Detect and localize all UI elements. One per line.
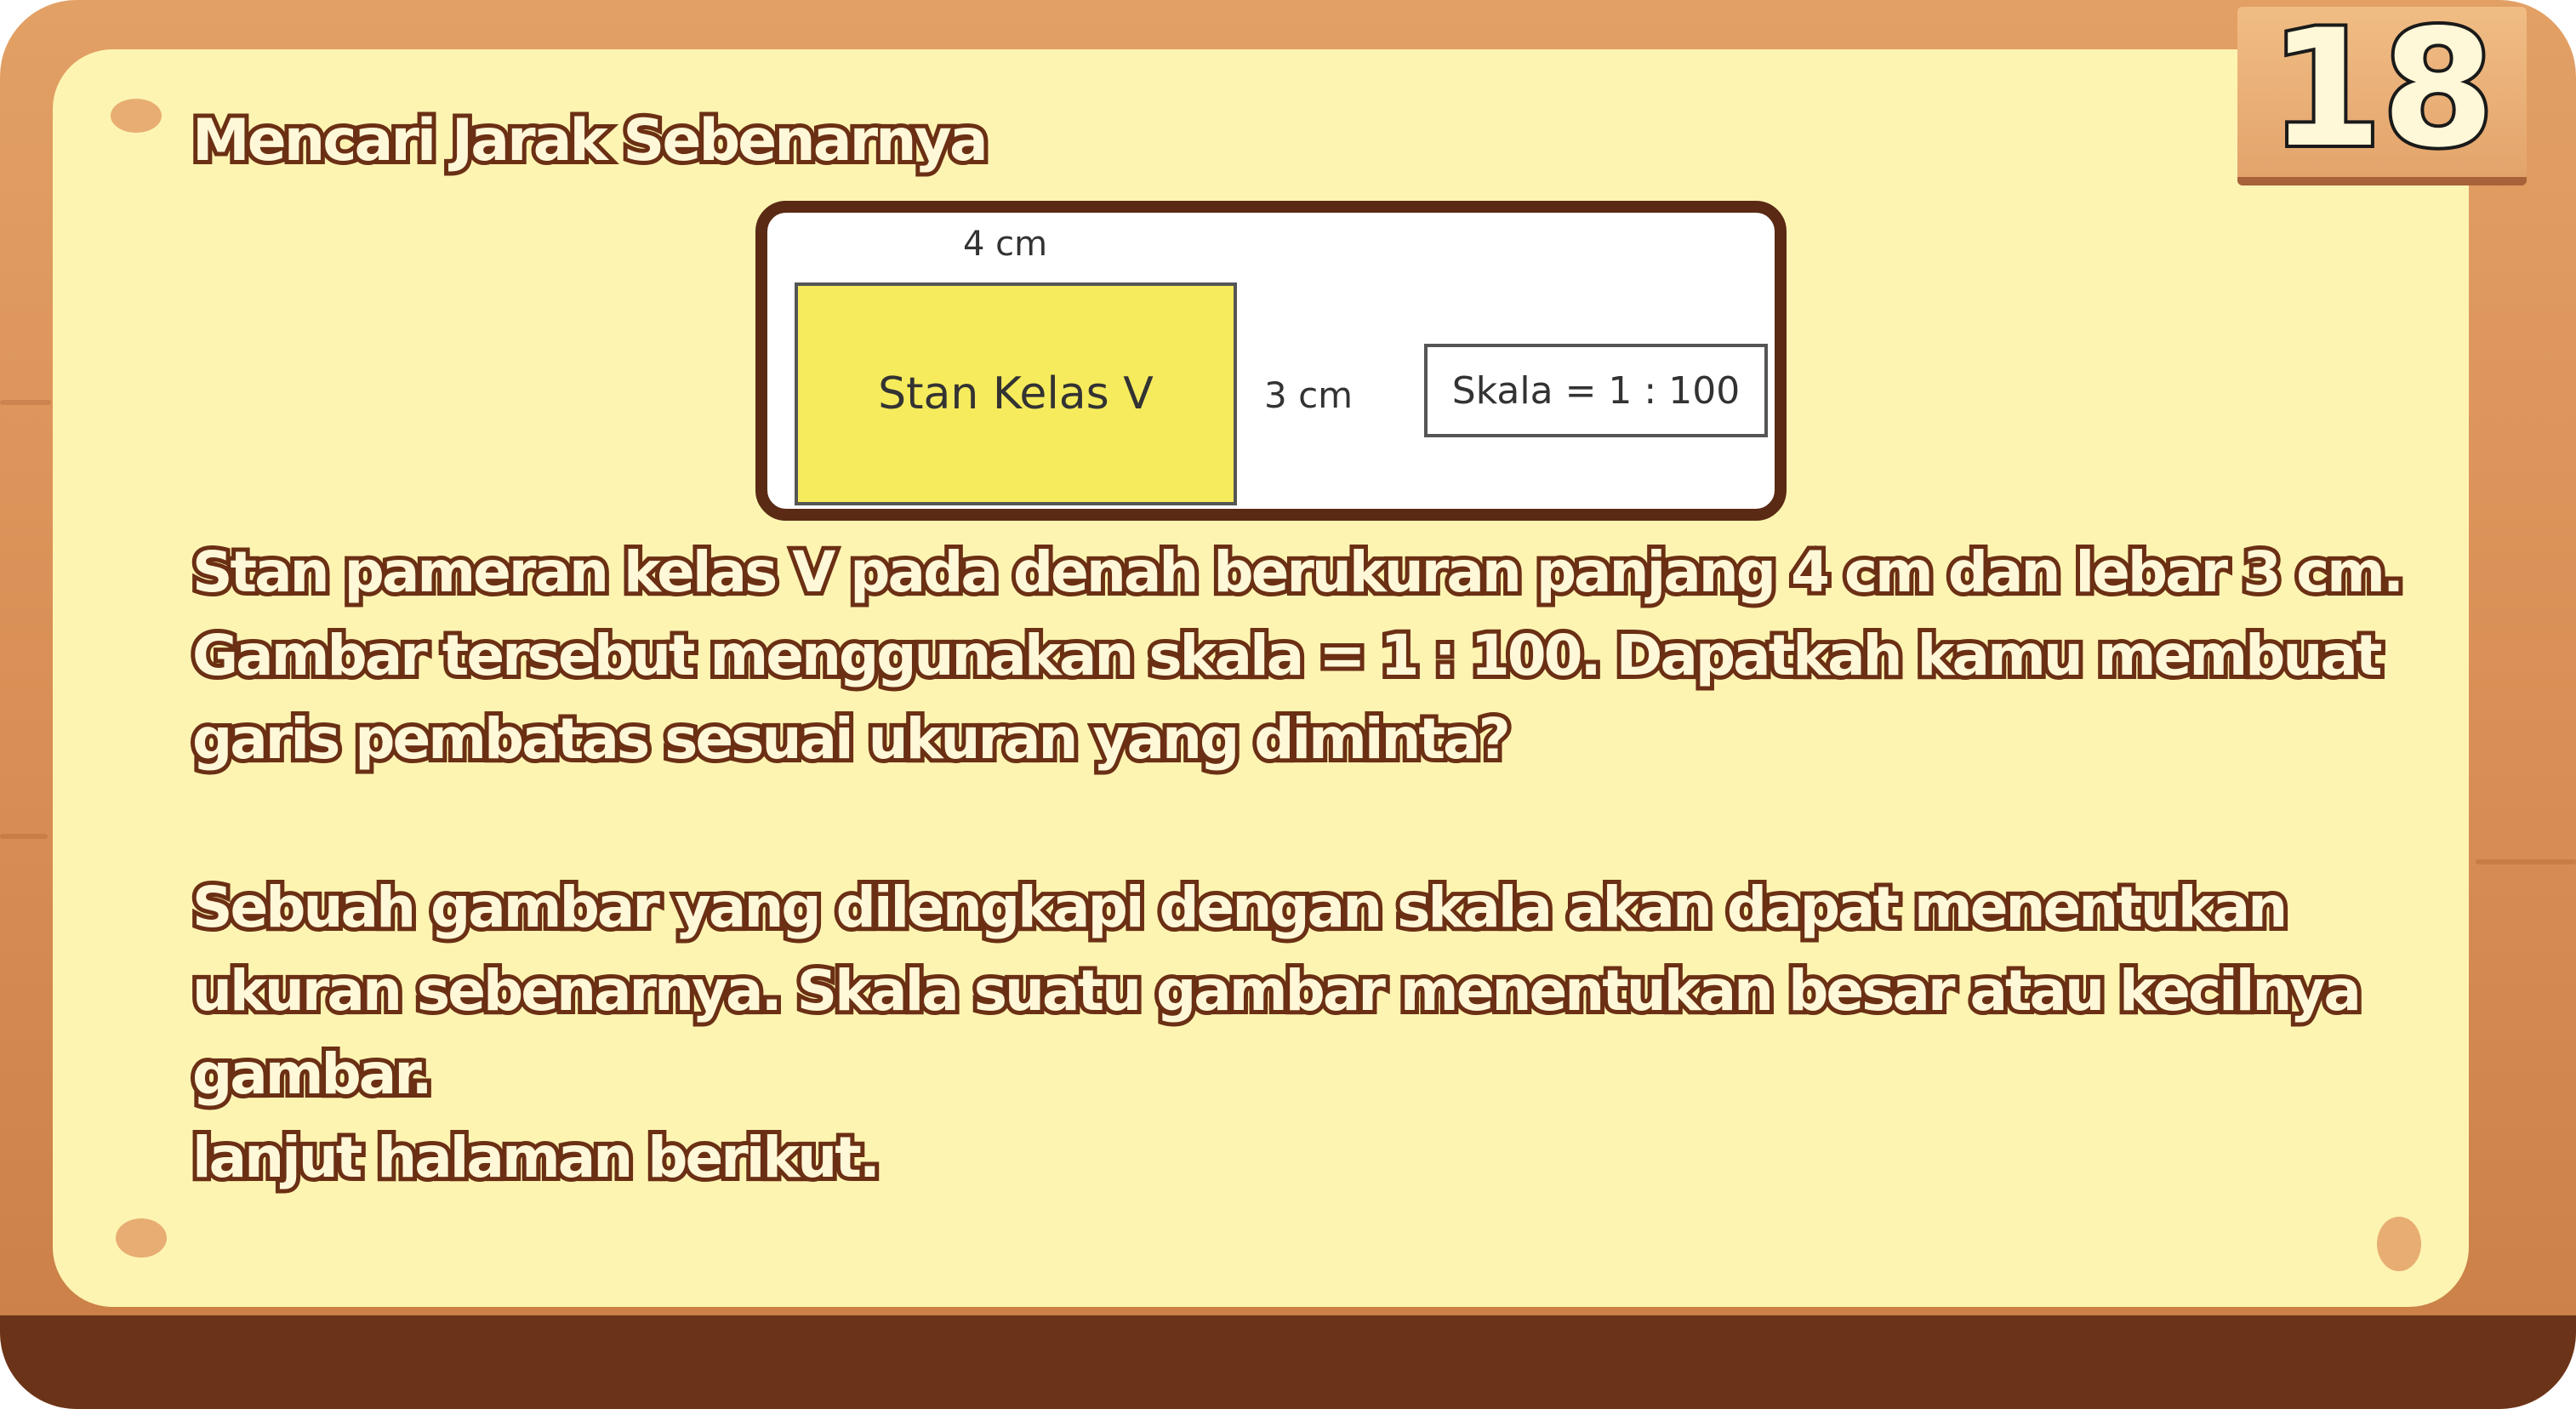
continue-note: lanjut halaman berikut. bbox=[188, 1121, 885, 1195]
nail-bottom-left-icon bbox=[116, 1218, 167, 1258]
length-dimension-label: 4 cm bbox=[963, 225, 1048, 264]
wood-grain bbox=[2476, 859, 2576, 864]
problem-paragraph: Stan pameran kelas V pada denah berukura… bbox=[188, 535, 2408, 776]
scale-box: Skala = 1 : 100 bbox=[1424, 344, 1768, 437]
stall-label: Stan Kelas V bbox=[878, 368, 1154, 419]
page-title: Mencari Jarak Sebenarnya bbox=[188, 103, 993, 179]
floor-plan-diagram: 4 cm Stan Kelas V 3 cm Skala = 1 : 100 bbox=[755, 201, 1787, 521]
explanation-paragraph: Sebuah gambar yang dilengkapi dengan ska… bbox=[188, 870, 2366, 1111]
nail-top-left-icon bbox=[111, 99, 162, 133]
scale-label: Skala = 1 : 100 bbox=[1451, 368, 1741, 413]
width-dimension-label: 3 cm bbox=[1264, 374, 1354, 416]
nail-bottom-right-icon bbox=[2377, 1217, 2421, 1271]
board-bottom-edge bbox=[0, 1315, 2576, 1409]
page-number: 18 bbox=[2266, 0, 2498, 186]
wood-grain bbox=[0, 400, 51, 405]
stall-rectangle: Stan Kelas V bbox=[795, 282, 1237, 505]
wood-grain bbox=[0, 834, 48, 839]
